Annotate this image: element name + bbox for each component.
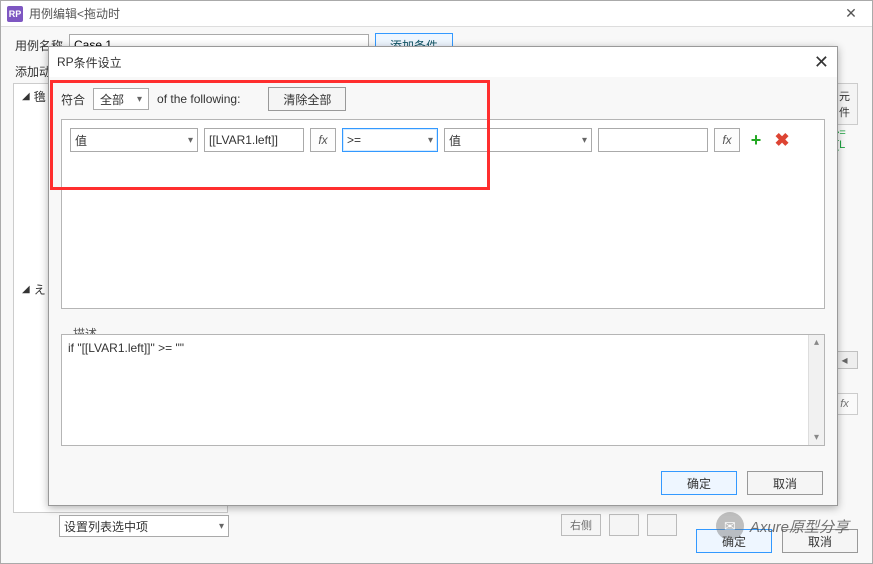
parent-titlebar: RP 用例编辑<拖动时 ✕ <box>1 1 872 27</box>
close-icon[interactable]: ✕ <box>814 52 829 73</box>
ghost-btn-3[interactable] <box>647 514 677 536</box>
scroll-down-icon[interactable]: ▾ <box>814 430 819 445</box>
operator-select[interactable]: >= ▾ <box>342 128 438 152</box>
chevron-down-icon: ▾ <box>137 94 142 105</box>
match-mode-select[interactable]: 全部 ▾ <box>93 88 149 110</box>
parent-footer: 确定 取消 <box>696 529 858 553</box>
ghost-btn-1[interactable]: 右侧 <box>561 514 601 536</box>
operator-value: >= <box>347 133 361 147</box>
fx-button-right[interactable]: fx <box>714 128 740 152</box>
child-titlebar: RP 条件设立 ✕ <box>49 47 837 77</box>
expression-input[interactable]: [[LVAR1.left]] <box>204 128 304 152</box>
left-type-select[interactable]: 值 ▾ <box>70 128 198 152</box>
parent-cancel-button[interactable]: 取消 <box>782 529 858 553</box>
scroll-up-icon[interactable]: ▴ <box>814 335 819 350</box>
hidden-buttons: 右侧 <box>561 514 677 536</box>
of-following-label: of the following: <box>157 92 240 106</box>
conditions-area: 值 ▾ [[LVAR1.left]] fx >= ▾ 值 ▾ fx + ✖ <box>61 119 825 309</box>
fx-label: fx <box>318 133 327 147</box>
child-title: 条件设立 <box>74 54 814 71</box>
set-list-label: 设置列表选中项 <box>64 518 148 535</box>
delete-row-icon[interactable]: ✖ <box>772 130 792 151</box>
tree-label-1: 氇 <box>34 88 46 105</box>
right-type-select[interactable]: 值 ▾ <box>444 128 592 152</box>
ghost-btn-2[interactable] <box>609 514 639 536</box>
condition-setup-dialog: RP 条件设立 ✕ 符合 全部 ▾ of the following: 清除全部… <box>48 46 838 506</box>
app-icon: RP <box>7 6 23 22</box>
match-row: 符合 全部 ▾ of the following: 清除全部 <box>49 77 837 119</box>
chevron-down-icon: ▾ <box>578 135 587 146</box>
description-group: 描述 if "[[LVAR1.left]]" >= "" ▴ ▾ <box>61 317 825 446</box>
caret-down-icon: ◢ <box>22 284 30 295</box>
add-row-icon[interactable]: + <box>746 130 766 151</box>
clear-all-button[interactable]: 清除全部 <box>268 87 346 111</box>
right-type-value: 值 <box>449 132 461 149</box>
tree-label-2: え <box>34 281 46 298</box>
parent-title: 用例编辑<拖动时 <box>29 5 836 22</box>
expression-value: [[LVAR1.left]] <box>209 133 278 147</box>
fx-button-left[interactable]: fx <box>310 128 336 152</box>
description-text: if "[[LVAR1.left]]" >= "" <box>68 341 184 355</box>
add-action-label: 添加动 <box>15 63 51 80</box>
app-icon: RP <box>57 55 74 69</box>
fx-label: fx <box>722 133 731 147</box>
caret-down-icon: ◢ <box>22 91 30 102</box>
child-footer: 确定 取消 <box>661 471 823 495</box>
match-mode-value: 全部 <box>100 91 124 108</box>
chevron-down-icon: ▾ <box>424 135 433 146</box>
close-icon[interactable]: ✕ <box>836 5 866 22</box>
scrollbar[interactable]: ▴ ▾ <box>808 335 824 445</box>
chevron-down-icon: ▾ <box>219 521 224 532</box>
child-cancel-button[interactable]: 取消 <box>747 471 823 495</box>
child-ok-button[interactable]: 确定 <box>661 471 737 495</box>
parent-ok-button[interactable]: 确定 <box>696 529 772 553</box>
right-value-input[interactable] <box>598 128 708 152</box>
chevron-down-icon: ▾ <box>184 135 193 146</box>
condition-row: 值 ▾ [[LVAR1.left]] fx >= ▾ 值 ▾ fx + ✖ <box>70 128 816 152</box>
left-type-value: 值 <box>75 132 87 149</box>
set-list-select[interactable]: 设置列表选中项 ▾ <box>59 515 229 537</box>
description-box: if "[[LVAR1.left]]" >= "" ▴ ▾ <box>61 334 825 446</box>
match-label: 符合 <box>61 91 85 108</box>
